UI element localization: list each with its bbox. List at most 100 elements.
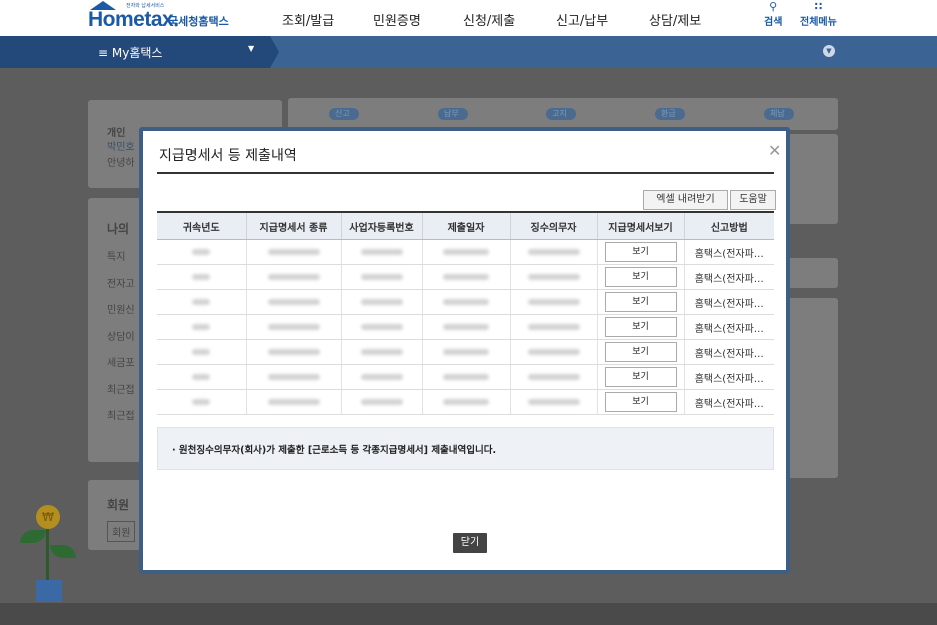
masked-cell (509, 314, 597, 340)
pill-report: 신고 (329, 108, 359, 120)
masked-cell (157, 239, 246, 265)
dropdown-caret-icon[interactable]: ▼ (248, 44, 254, 53)
table-row: 보기 홈택스(전자파… (157, 289, 774, 315)
search-button[interactable]: ⚲ 검색 (764, 0, 782, 29)
view-cell: 보기 (596, 239, 684, 265)
masked-cell (509, 264, 597, 290)
masked-cell (340, 364, 422, 390)
masked-cell (157, 389, 246, 415)
my-hometax-arrow (270, 36, 279, 68)
pill-arrears: 체납 (764, 108, 794, 120)
col-attribution-year: 귀속년도 (157, 211, 246, 240)
masked-cell (340, 239, 422, 265)
card-member-button[interactable]: 회원 (107, 521, 136, 542)
masked-cell (421, 389, 510, 415)
card-personal-name: 박민호 (107, 142, 135, 153)
masked-cell (509, 389, 597, 415)
view-cell: 보기 (596, 264, 684, 290)
report-method-cell: 홈택스(전자파… (683, 339, 774, 365)
info-note-box: · 원천징수의무자(회사)가 제출한 [근로소득 등 각종지급명세서] 제출내역… (157, 427, 774, 470)
nav-civil-certificate[interactable]: 민원증명 (373, 10, 421, 29)
all-menu-label: 전체메뉴 (800, 17, 837, 28)
masked-cell (421, 239, 510, 265)
masked-cell (509, 239, 597, 265)
top-header: 전자와 납세서비스 Hometax. 국세청홈택스 조회/발급 민원증명 신청/… (0, 0, 937, 36)
masked-cell (245, 264, 341, 290)
masked-cell (245, 389, 341, 415)
view-statement-button[interactable]: 보기 (604, 367, 677, 387)
leaf-icon (20, 530, 46, 543)
view-statement-button[interactable]: 보기 (604, 392, 677, 412)
modal-title: 지급명세서 등 제출내역 (159, 148, 297, 164)
nav-apply-submit[interactable]: 신청/제출 (463, 10, 515, 29)
help-button[interactable]: 도움말 (730, 190, 776, 210)
card-my-item[interactable]: 최근접 (107, 407, 135, 422)
card-my-title: 나의 (107, 222, 130, 236)
view-cell: 보기 (596, 339, 684, 365)
masked-cell (509, 339, 597, 365)
report-method-cell: 홈택스(전자파… (683, 239, 774, 265)
excel-download-button[interactable]: 엑셀 내려받기 (643, 190, 728, 210)
view-statement-button[interactable]: 보기 (604, 292, 677, 312)
my-hometax-label[interactable]: ≡ My홈택스 (98, 44, 162, 61)
masked-cell (245, 364, 341, 390)
view-statement-button[interactable]: 보기 (604, 242, 677, 262)
logo-text: Hometax. (88, 8, 179, 31)
col-business-number: 사업자등록번호 (340, 211, 422, 240)
masked-cell (245, 289, 341, 315)
table-row: 보기 홈택스(전자파… (157, 239, 774, 265)
masked-cell (157, 289, 246, 315)
all-menu-button[interactable]: ∷ 전체메뉴 (800, 1, 837, 29)
masked-cell (157, 314, 246, 340)
title-divider (157, 172, 774, 174)
masked-cell (157, 339, 246, 365)
card-my-item[interactable]: 최근접 (107, 381, 135, 396)
masked-cell (245, 239, 341, 265)
card-my-item[interactable]: 특지 (107, 248, 125, 263)
card-my-item[interactable]: 상담이 (107, 328, 135, 343)
report-method-cell: 홈택스(전자파… (683, 289, 774, 315)
card-member-title: 회원 (107, 498, 130, 512)
view-statement-button[interactable]: 보기 (604, 342, 677, 362)
search-icon: ⚲ (769, 0, 778, 13)
submission-history-modal: 지급명세서 등 제출내역 ✕ 엑셀 내려받기 도움말 귀속년도 지급명세서 종류… (139, 127, 790, 574)
masked-cell (421, 314, 510, 340)
view-cell: 보기 (596, 289, 684, 315)
submission-table: 귀속년도 지급명세서 종류 사업자등록번호 제출일자 징수의무자 지급명세서보기… (157, 211, 774, 415)
masked-cell (509, 289, 597, 315)
masked-cell (340, 289, 422, 315)
masked-cell (421, 364, 510, 390)
table-row: 보기 홈택스(전자파… (157, 264, 774, 290)
view-cell: 보기 (596, 389, 684, 415)
coin-icon: ₩ (36, 505, 60, 529)
card-personal-text: 안녕하 (107, 158, 135, 169)
masked-cell (509, 364, 597, 390)
nav-lookup[interactable]: 조회/발급 (282, 10, 334, 29)
plant-illustration (46, 520, 49, 580)
pill-notice: 고지 (546, 108, 576, 120)
chevron-down-icon[interactable]: ▼ (823, 45, 835, 57)
close-button[interactable]: 닫기 (453, 533, 487, 553)
card-my-item[interactable]: 세금포 (107, 354, 135, 369)
logo-korean-text: 국세청홈택스 (168, 15, 229, 28)
view-cell: 보기 (596, 314, 684, 340)
leaf-icon (50, 545, 76, 558)
masked-cell (245, 314, 341, 340)
masked-cell (245, 339, 341, 365)
view-statement-button[interactable]: 보기 (604, 267, 677, 287)
close-icon[interactable]: ✕ (768, 141, 781, 160)
masked-cell (340, 389, 422, 415)
nav-report-pay[interactable]: 신고/납부 (556, 10, 608, 29)
nav-consult-report[interactable]: 상담/제보 (649, 10, 701, 29)
card-my-item[interactable]: 민원신 (107, 301, 135, 316)
col-view-statement: 지급명세서보기 (596, 211, 684, 240)
view-statement-button[interactable]: 보기 (604, 317, 677, 337)
table-row: 보기 홈택스(전자파… (157, 314, 774, 340)
col-submit-date: 제출일자 (421, 211, 510, 240)
card-my-item[interactable]: 전자고 (107, 275, 135, 290)
masked-cell (340, 339, 422, 365)
pill-payment: 납부 (438, 108, 468, 120)
table-row: 보기 홈택스(전자파… (157, 389, 774, 415)
table-header-row: 귀속년도 지급명세서 종류 사업자등록번호 제출일자 징수의무자 지급명세서보기… (157, 211, 774, 240)
masked-cell (340, 264, 422, 290)
